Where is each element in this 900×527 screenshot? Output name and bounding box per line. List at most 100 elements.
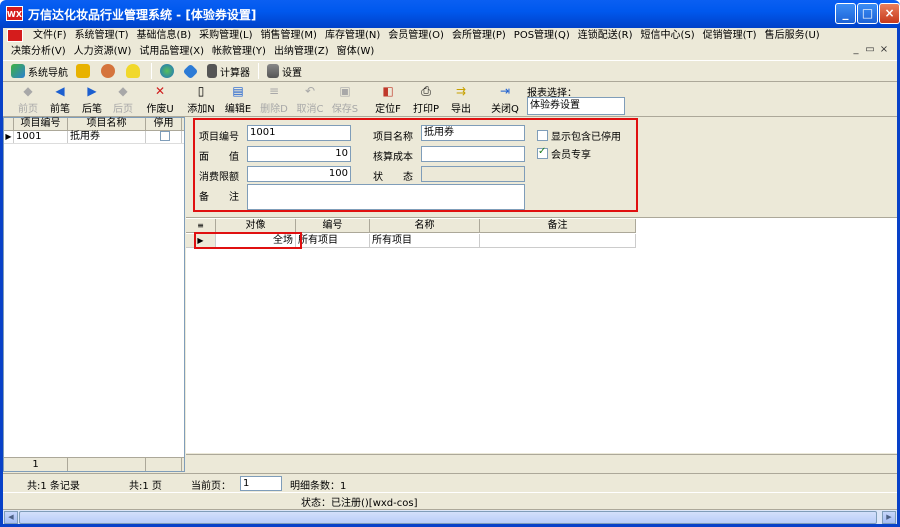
member-only-label: 会员专享 <box>551 150 591 161</box>
users-icon <box>101 64 115 78</box>
mdi-close-button[interactable]: × <box>877 44 891 55</box>
menu-item-row1-12[interactable]: 售后服务(U) <box>761 28 824 43</box>
mdi-minimize-button[interactable]: _ <box>849 44 863 55</box>
delete-button[interactable]: ≡ 删除D <box>257 85 291 116</box>
scroll-right-icon[interactable]: ▶ <box>882 511 896 524</box>
edit-button[interactable]: ▤ 编辑E <box>221 85 255 116</box>
mdi-restore-button[interactable]: ▭ <box>863 44 877 55</box>
key-icon <box>76 64 90 78</box>
name-field[interactable]: 抵用券 <box>421 125 525 141</box>
limit-field[interactable]: 100 <box>247 166 351 182</box>
disabled-checkbox[interactable] <box>159 131 170 141</box>
locate-icon: ◧ <box>382 84 394 98</box>
show-disabled-checkbox[interactable] <box>537 130 548 141</box>
col-header-name[interactable]: 项目名称 <box>68 118 146 130</box>
col-header-code[interactable]: 项目编号 <box>14 118 68 130</box>
cost-field[interactable] <box>421 146 525 162</box>
print-button[interactable]: ⎙ 打印P <box>409 84 443 116</box>
page-count: 共:1 页 <box>129 481 162 492</box>
export-button[interactable]: ⇉ 导出 <box>446 85 476 116</box>
void-button[interactable]: ✕ 作废U <box>141 85 179 116</box>
menu-item-row2-5[interactable]: 窗体(W) <box>333 44 379 59</box>
calculator-button[interactable]: 计算器 <box>207 64 250 79</box>
globe-button[interactable] <box>160 64 177 78</box>
current-page-input[interactable]: 1 <box>240 476 282 491</box>
close-window-button[interactable]: × <box>879 3 900 24</box>
report-select-input[interactable]: 体验券设置 <box>527 97 625 115</box>
menu-item-row2-1[interactable]: 人力资源(W) <box>70 44 136 59</box>
system-nav-label: 系统导航 <box>28 67 68 79</box>
cell-detail-name[interactable]: 所有项目 <box>370 234 480 248</box>
system-nav-button[interactable]: 系统导航 <box>11 64 68 79</box>
menu-item-row1-0[interactable]: 文件(F) <box>29 28 71 43</box>
item-list-header: 项目编号 项目名称 停用 <box>4 118 184 131</box>
name-label: 项目名称 <box>373 132 413 143</box>
maximize-button[interactable]: □ <box>857 3 878 24</box>
menu-item-row2-4[interactable]: 出纳管理(Z) <box>270 44 333 59</box>
printer-icon: ⎙ <box>421 84 431 98</box>
calculator-label: 计算器 <box>220 67 250 79</box>
member-only-checkbox[interactable] <box>537 146 548 159</box>
show-disabled-toggle[interactable]: 显示包含已停用 <box>537 128 621 143</box>
users-button[interactable] <box>101 64 118 78</box>
face-value-label: 面 值 <box>199 152 239 163</box>
info-button[interactable] <box>182 63 199 79</box>
first-page-button[interactable]: ◆ 前页 <box>11 85 45 116</box>
menu-item-row1-1[interactable]: 系统管理(T) <box>71 28 133 43</box>
code-field[interactable]: 1001 <box>247 125 351 141</box>
close-form-button[interactable]: ⇥ 关闭Q <box>487 85 523 116</box>
document-icon[interactable] <box>7 29 23 42</box>
settings-button[interactable]: 设置 <box>267 64 302 79</box>
scroll-thumb[interactable] <box>19 511 877 524</box>
menu-item-row1-8[interactable]: POS管理(Q) <box>510 28 574 43</box>
menu-item-row1-4[interactable]: 销售管理(M) <box>257 28 321 43</box>
detail-scrollbar[interactable] <box>186 454 897 472</box>
next-record-button[interactable]: ▶ 后笔 <box>75 85 109 116</box>
scroll-left-icon[interactable]: ◀ <box>4 511 18 524</box>
grid-menu-icon[interactable]: ≡ <box>186 219 216 232</box>
prev-record-button[interactable]: ◀ 前笔 <box>43 85 77 116</box>
status-bar-2: 状态：已注册()[wxd-cos] <box>3 492 897 509</box>
cost-label: 核算成本 <box>373 152 413 163</box>
settings-label: 设置 <box>282 67 302 79</box>
menu-item-row1-2[interactable]: 基础信息(B) <box>132 28 195 43</box>
cell-code: 1001 <box>14 131 68 143</box>
menu-item-row1-10[interactable]: 短信中心(S) <box>637 28 699 43</box>
menu-item-row2-0[interactable]: 决策分析(V) <box>7 44 70 59</box>
separator <box>151 63 152 79</box>
menu-item-row1-6[interactable]: 会员管理(O) <box>384 28 448 43</box>
col-header-target[interactable]: 对像 <box>216 219 296 232</box>
add-button[interactable]: ▯ 添加N <box>184 85 218 116</box>
col-header-remark[interactable]: 备注 <box>480 219 636 232</box>
menu-item-row1-7[interactable]: 会所管理(P) <box>448 28 510 43</box>
col-header-disabled[interactable]: 停用 <box>146 118 182 130</box>
undo-icon: ↶ <box>304 84 316 98</box>
save-button[interactable]: ▣ 保存S <box>328 85 362 116</box>
table-row[interactable]: ▶ 1001 抵用券 <box>4 131 184 144</box>
face-value-field[interactable]: 10 <box>247 146 351 162</box>
menu-item-row1-9[interactable]: 连锁配送(R) <box>574 28 637 43</box>
minimize-button[interactable]: _ <box>835 3 856 24</box>
remark-field[interactable] <box>247 184 525 210</box>
locate-button[interactable]: ◧ 定位F <box>371 84 405 116</box>
horizontal-scrollbar[interactable]: ◀ ▶ <box>3 509 897 524</box>
item-list-footer: 1 <box>4 457 184 471</box>
cell-detail-code[interactable]: 所有项目 <box>296 234 370 248</box>
menu-item-row1-5[interactable]: 库存管理(N) <box>321 28 384 43</box>
registration-status: 状态：已注册()[wxd-cos] <box>301 498 418 509</box>
menu-item-row1-11[interactable]: 促销管理(T) <box>699 28 761 43</box>
last-page-button[interactable]: ◆ 后页 <box>106 85 140 116</box>
status-bar: 共:1 条记录 共:1 页 当前页： 1 明细条数：1 <box>3 473 897 492</box>
menu-item-row2-2[interactable]: 试用品管理(X) <box>135 44 208 59</box>
cancel-button[interactable]: ↶ 取消C <box>293 84 327 116</box>
col-header-detail-name[interactable]: 名称 <box>370 219 480 232</box>
remark-label: 备 注 <box>199 192 239 203</box>
app-logo-icon: WX <box>6 6 23 21</box>
key-button[interactable] <box>76 64 93 78</box>
member-only-toggle[interactable]: 会员专享 <box>537 146 591 161</box>
col-header-detail-code[interactable]: 编号 <box>296 219 370 232</box>
menu-item-row2-3[interactable]: 帐款管理(Y) <box>208 44 270 59</box>
menu-item-row1-3[interactable]: 采购管理(L) <box>195 28 256 43</box>
bell-button[interactable] <box>126 64 143 78</box>
cell-remark[interactable] <box>480 234 636 248</box>
